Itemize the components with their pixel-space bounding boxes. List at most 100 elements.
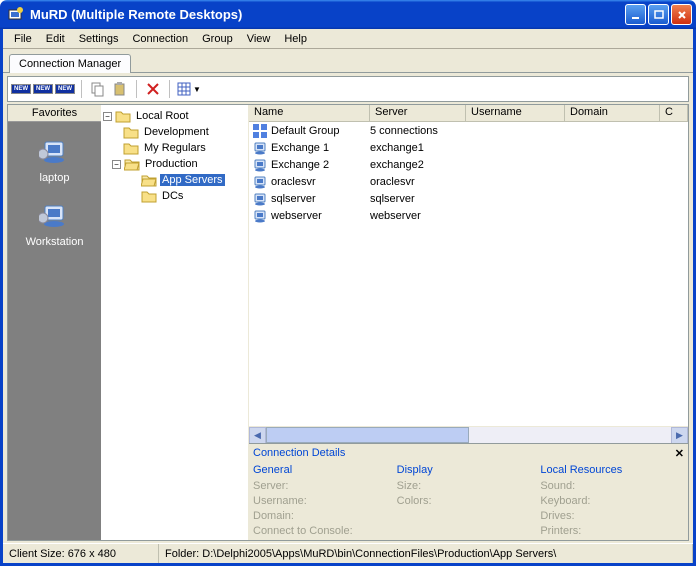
favorite-label: laptop [8, 172, 101, 184]
details-field: Domain: [253, 509, 397, 524]
details-field: Drives: [540, 509, 684, 524]
menu-settings[interactable]: Settings [72, 31, 126, 47]
collapse-icon[interactable]: − [103, 112, 112, 121]
collapse-icon[interactable]: − [112, 160, 121, 169]
folder-icon [115, 110, 131, 123]
toolbar-separator [136, 80, 137, 98]
scroll-right-button[interactable]: ▶ [671, 427, 688, 444]
row-server: sqlserver [370, 193, 688, 205]
host-icon [252, 174, 268, 190]
close-button[interactable] [671, 4, 692, 25]
host-icon [252, 157, 268, 173]
list-row[interactable]: Exchange 2exchange2 [249, 156, 688, 173]
details-field: Sound: [540, 479, 684, 494]
list-row[interactable]: sqlserversqlserver [249, 190, 688, 207]
list-panel: Name Server Username Domain C Default Gr… [249, 105, 688, 540]
status-folder: Folder: D:\Delphi2005\Apps\MuRD\bin\Conn… [159, 544, 693, 563]
details-field: Username: [253, 494, 397, 509]
row-name: sqlserver [271, 193, 370, 205]
minimize-button[interactable] [625, 4, 646, 25]
horizontal-scrollbar[interactable]: ◀ ▶ [249, 426, 688, 443]
list-row[interactable]: Default Group5 connections [249, 122, 688, 139]
tree-root[interactable]: − Local Root [103, 108, 246, 124]
tree-development[interactable]: Development [103, 124, 246, 140]
view-mode-button[interactable]: ▼ [177, 80, 201, 98]
delete-button[interactable] [144, 80, 162, 98]
list-row[interactable]: Exchange 1exchange1 [249, 139, 688, 156]
menu-view[interactable]: View [240, 31, 278, 47]
row-name: Exchange 2 [271, 159, 370, 171]
column-username[interactable]: Username [466, 105, 565, 121]
folder-open-icon [141, 174, 157, 187]
host-icon [252, 140, 268, 156]
details-col-header: Local Resources [540, 464, 684, 476]
favorite-workstation[interactable]: Workstation [8, 196, 101, 260]
row-server: exchange1 [370, 142, 688, 154]
scroll-track[interactable] [266, 427, 671, 443]
menu-help[interactable]: Help [277, 31, 314, 47]
menu-group[interactable]: Group [195, 31, 240, 47]
maximize-button[interactable] [648, 4, 669, 25]
copy-button[interactable] [89, 80, 107, 98]
menubar: File Edit Settings Connection Group View… [3, 29, 693, 49]
tree-panel: − Local Root Development My Regulars − P… [101, 105, 249, 540]
list-row[interactable]: oraclesvroraclesvr [249, 173, 688, 190]
column-domain[interactable]: Domain [565, 105, 660, 121]
row-name: oraclesvr [271, 176, 370, 188]
statusbar: Client Size: 676 x 480 Folder: D:\Delphi… [3, 543, 693, 563]
details-column: General Server:Username:Domain:Connect to… [253, 464, 397, 539]
details-field: Size: [397, 479, 541, 494]
new-button-1[interactable]: NEW [12, 80, 30, 98]
new-button-2[interactable]: NEW [34, 80, 52, 98]
tab-connection-manager[interactable]: Connection Manager [9, 54, 131, 73]
toolbar: NEW NEW NEW ▼ [7, 76, 689, 102]
scroll-left-button[interactable]: ◀ [249, 427, 266, 444]
details-title: Connection Details [253, 447, 345, 460]
list-body: Default Group5 connectionsExchange 1exch… [249, 122, 688, 426]
folder-icon [141, 190, 157, 203]
column-server[interactable]: Server [370, 105, 466, 121]
folder-icon [123, 142, 139, 155]
favorites-panel: Favorites laptop Workstation [8, 105, 101, 540]
details-close-button[interactable]: ✕ [675, 447, 684, 460]
new-button-3[interactable]: NEW [56, 80, 74, 98]
tree-production[interactable]: − Production [103, 156, 246, 172]
menu-edit[interactable]: Edit [39, 31, 72, 47]
row-name: Exchange 1 [271, 142, 370, 154]
details-field: Printers: [540, 524, 684, 539]
details-col-header: General [253, 464, 397, 476]
favorites-header: Favorites [8, 105, 101, 122]
group-icon [252, 123, 268, 139]
row-name: Default Group [271, 125, 370, 137]
tree-myregulars[interactable]: My Regulars [103, 140, 246, 156]
details-column: DisplaySize:Colors: [397, 464, 541, 539]
titlebar: MuRD (Multiple Remote Desktops) [0, 0, 696, 29]
computer-icon [39, 200, 71, 232]
column-c[interactable]: C [660, 105, 688, 121]
paste-button[interactable] [111, 80, 129, 98]
computer-icon [39, 136, 71, 168]
details-field: Connect to Console: [253, 524, 397, 539]
folder-icon [123, 126, 139, 139]
scroll-thumb[interactable] [266, 427, 469, 443]
window-title: MuRD (Multiple Remote Desktops) [30, 7, 625, 22]
row-name: webserver [271, 210, 370, 222]
details-panel: Connection Details ✕ General Server:Usern… [249, 443, 688, 540]
favorite-label: Workstation [8, 236, 101, 248]
details-col-header: Display [397, 464, 541, 476]
toolbar-separator [81, 80, 82, 98]
menu-connection[interactable]: Connection [125, 31, 195, 47]
menu-file[interactable]: File [7, 31, 39, 47]
column-name[interactable]: Name [249, 105, 370, 121]
tree-appservers[interactable]: App Servers [103, 172, 246, 188]
list-row[interactable]: webserverwebserver [249, 207, 688, 224]
row-server: webserver [370, 210, 688, 222]
host-icon [252, 208, 268, 224]
host-icon [252, 191, 268, 207]
favorite-laptop[interactable]: laptop [8, 132, 101, 196]
chevron-down-icon: ▼ [193, 85, 201, 94]
details-field: Server: [253, 479, 397, 494]
tabstrip: Connection Manager [3, 49, 693, 73]
details-field: Keyboard: [540, 494, 684, 509]
tree-dcs[interactable]: DCs [103, 188, 246, 204]
